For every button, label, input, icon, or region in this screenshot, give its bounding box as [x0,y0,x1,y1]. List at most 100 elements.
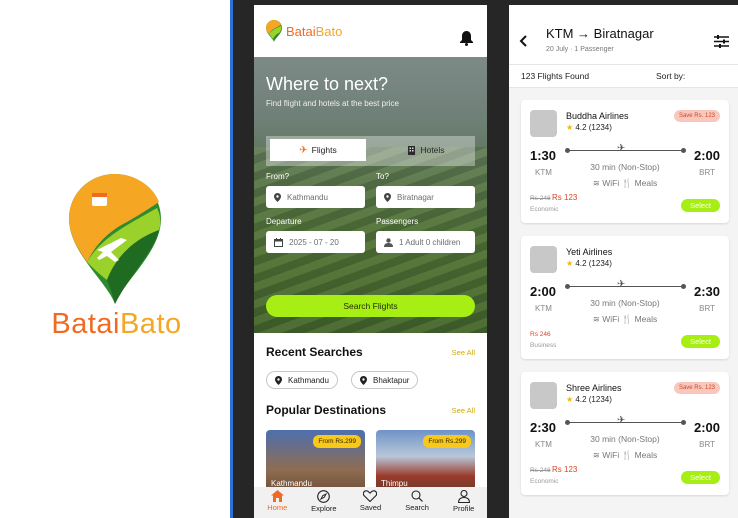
results-header: KTM → Biratnagar 20 July · 1 Passenger [509,5,738,64]
bell-icon[interactable] [460,31,473,46]
nav-home[interactable]: Home [257,490,297,512]
results-screen: KTM → Biratnagar 20 July · 1 Passenger 1… [509,5,738,518]
arrival-time: 2:00 [693,148,720,163]
search-flights-button[interactable]: Search Flights [266,295,475,317]
passengers-field[interactable]: 1 Adult 0 children [376,231,475,253]
airline-logo [530,110,557,137]
old-price: Rs 246 [530,195,551,202]
departure-value: 2025 - 07 - 20 [289,237,339,247]
results-count: 123 Flights Found [521,71,590,81]
wifi-icon: ≋ [592,314,600,324]
airline-name: Shree Airlines [566,383,622,393]
select-button[interactable]: Select [681,199,720,212]
tab-flights[interactable]: ✈ Flights [270,139,366,161]
price-badge: From Rs.299 [423,435,471,448]
recent-chip-label: Kathmandu [288,375,329,385]
location-pin-icon [274,192,281,202]
nav-saved[interactable]: Saved [350,490,390,512]
brand-part-1: Batai [51,308,120,340]
rating-value: 4.2 (1234) [575,395,612,404]
star-icon: ★ [566,259,574,268]
brand-part-1: Batai [286,23,316,39]
bottom-nav: Home Explore Saved Search Profile [254,487,487,518]
departure-time: 1:30 [530,148,557,163]
sort-by-control[interactable]: Sort by: [656,71,685,81]
route-title: KTM → Biratnagar [546,26,654,41]
airline-logo [530,246,557,273]
current-price: Rs 246 [530,331,551,338]
wifi-icon: ≋ [592,178,600,188]
airline-rating: ★ 4.2 (1234) [566,259,612,268]
rating-value: 4.2 (1234) [575,123,612,132]
home-screen: BataiBato Where to next? Find flight and… [254,5,487,518]
flight-card[interactable]: Shree Airlines ★ 4.2 (1234) Save Rs. 123… [521,372,729,495]
splash-brand-name: BataiBato [0,308,233,341]
brand-part-2: Bato [119,308,182,340]
brand-part-2: Bato [315,23,343,39]
compass-icon [317,490,331,503]
nav-profile[interactable]: Profile [444,490,484,513]
logo-pin-icon [69,174,161,304]
meals-label: Meals [634,314,658,324]
recent-searches-title: Recent Searches [266,345,363,359]
airplane-icon: ✈ [617,279,626,290]
filter-sliders-icon[interactable] [714,35,729,48]
tab-flights-label: Flights [311,145,337,155]
flight-card[interactable]: Buddha Airlines ★ 4.2 (1234) Save Rs. 12… [521,100,729,223]
departure-time: 2:00 [530,284,557,299]
from-field[interactable]: Kathmandu [266,186,365,208]
meals-icon: 🍴 [621,450,633,460]
back-arrow-icon[interactable] [519,35,527,47]
departure-time: 2:30 [530,420,557,435]
tab-hotels-label: Hotels [420,145,445,155]
arrival-time: 2:30 [693,284,720,299]
logo-small-icon [266,20,282,42]
home-header: BataiBato [254,5,487,57]
nav-explore[interactable]: Explore [304,490,344,513]
profile-icon [457,490,470,503]
from-label: From? [266,172,290,181]
wifi-label: WiFi [602,450,620,460]
wifi-icon: ≋ [592,450,600,460]
hero-title: Where to next? [266,74,389,94]
nav-label: Saved [359,503,382,512]
recent-see-all-link[interactable]: See All [452,348,475,357]
route-dot [681,148,686,153]
hero-subtitle: Find flight and hotels at the best price [266,99,399,108]
meals-icon: 🍴 [621,314,633,324]
nav-search[interactable]: Search [397,490,437,512]
recent-chip-label: Bhaktapur [373,375,410,385]
select-button[interactable]: Select [681,335,720,348]
save-badge: Save Rs. 123 [673,110,720,122]
nav-label: Search [405,503,429,512]
passengers-label: Passengers [376,217,419,226]
tab-hotels[interactable]: Hotels [378,139,474,161]
passengers-value: 1 Adult 0 children [399,237,461,247]
location-pin-icon [275,375,282,385]
star-icon: ★ [566,123,574,132]
rating-value: 4.2 (1234) [575,259,612,268]
old-price: Rs 246 [530,467,551,474]
recent-chip-2[interactable]: Bhaktapur [351,371,419,389]
cabin-class: Economic [530,478,559,485]
airline-rating: ★ 4.2 (1234) [566,123,612,132]
results-toolbar: 123 Flights Found Sort by: [509,64,738,88]
wifi-label: WiFi [602,314,620,324]
app-root: BataiBato BataiBato Where to next? Find … [0,0,738,518]
departure-label: Departure [266,217,302,226]
popular-see-all-link[interactable]: See All [452,406,475,415]
route-dot [681,284,686,289]
airline-rating: ★ 4.2 (1234) [566,395,612,404]
flight-duration: 30 min (Non-Stop) [590,434,660,444]
recent-chip-1[interactable]: Kathmandu [266,371,338,389]
to-field[interactable]: Biratnagar [376,186,475,208]
amenities: ≋ WiFi 🍴 Meals [521,314,729,325]
route-dot [681,420,686,425]
nav-label: Home [267,503,288,512]
arrival-time: 2:00 [693,420,720,435]
select-button[interactable]: Select [681,471,720,484]
flight-card[interactable]: Yeti Airlines ★ 4.2 (1234) 2:00 KTM ✈ 2:… [521,236,729,359]
departure-field[interactable]: 2025 - 07 - 20 [266,231,365,253]
wifi-label: WiFi [602,178,620,188]
location-pin-icon [360,375,367,385]
